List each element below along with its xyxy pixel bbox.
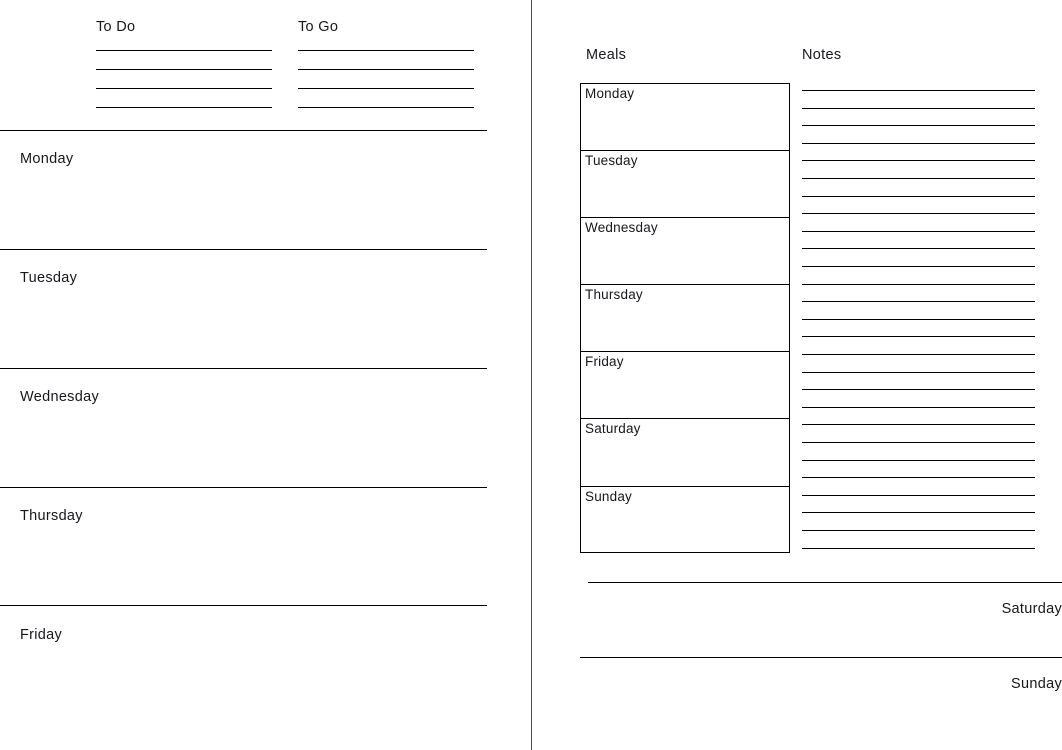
meals-table: Monday Tuesday Wednesday Thursday Friday… <box>580 83 790 553</box>
notes-line-11[interactable] <box>802 266 1035 267</box>
notes-line-17[interactable] <box>802 371 1035 373</box>
day-label-thursday: Thursday <box>20 508 83 524</box>
day-write-area-saturday[interactable] <box>588 590 1050 650</box>
day-label-tuesday: Tuesday <box>20 270 78 286</box>
day-label-sunday: Sunday <box>1011 676 1062 692</box>
notes-line-20[interactable] <box>802 424 1035 426</box>
weekend-divider-sunday <box>580 657 1062 658</box>
todo-heading: To Do <box>96 19 136 35</box>
notes-line-22[interactable] <box>802 459 1035 461</box>
day-write-area-tuesday[interactable] <box>20 291 487 356</box>
notes-line-25[interactable] <box>802 512 1035 514</box>
meals-row-wednesday[interactable]: Wednesday <box>581 218 789 286</box>
day-divider-monday <box>0 130 487 131</box>
meals-row-sunday[interactable]: Sunday <box>581 487 789 554</box>
notes-heading: Notes <box>802 47 842 63</box>
notes-line-26[interactable] <box>802 530 1035 531</box>
notes-line-4[interactable] <box>802 142 1035 144</box>
togo-heading: To Go <box>298 19 339 35</box>
day-label-monday: Monday <box>20 151 74 167</box>
notes-line-16[interactable] <box>802 354 1035 355</box>
meals-heading: Meals <box>586 47 627 63</box>
page-spread-divider <box>531 0 532 750</box>
notes-line-19[interactable] <box>802 406 1035 408</box>
meals-row-label-wednesday: Wednesday <box>585 220 658 236</box>
todo-line-4[interactable] <box>96 107 272 108</box>
todo-line-3[interactable] <box>96 88 272 89</box>
notes-line-10[interactable] <box>802 248 1035 250</box>
day-label-friday: Friday <box>20 627 63 643</box>
day-write-area-wednesday[interactable] <box>20 410 487 475</box>
notes-line-5[interactable] <box>802 160 1035 162</box>
notes-line-9[interactable] <box>802 230 1035 232</box>
notes-line-3[interactable] <box>802 125 1035 127</box>
notes-line-6[interactable] <box>802 178 1035 179</box>
day-write-area-sunday[interactable] <box>580 700 1050 748</box>
notes-line-2[interactable] <box>802 107 1035 109</box>
notes-line-21[interactable] <box>802 442 1035 443</box>
notes-line-15[interactable] <box>802 336 1035 338</box>
meals-row-label-sunday: Sunday <box>585 488 632 504</box>
notes-line-7[interactable] <box>802 195 1035 197</box>
day-divider-thursday <box>0 487 487 488</box>
day-divider-friday <box>0 605 487 606</box>
togo-line-1[interactable] <box>298 50 474 51</box>
notes-line-8[interactable] <box>802 213 1035 215</box>
todo-line-1[interactable] <box>96 50 272 51</box>
day-label-wednesday: Wednesday <box>20 389 100 405</box>
meals-row-label-thursday: Thursday <box>585 287 643 303</box>
meals-row-friday[interactable]: Friday <box>581 352 789 420</box>
day-write-area-friday[interactable] <box>20 648 487 738</box>
day-divider-wednesday <box>0 368 487 369</box>
meals-row-label-tuesday: Tuesday <box>585 153 638 169</box>
meals-row-saturday[interactable]: Saturday <box>581 419 789 487</box>
notes-line-14[interactable] <box>802 318 1035 320</box>
togo-line-3[interactable] <box>298 88 474 89</box>
togo-line-2[interactable] <box>298 69 474 70</box>
notes-line-24[interactable] <box>802 494 1035 496</box>
day-write-area-thursday[interactable] <box>20 529 487 594</box>
notes-line-23[interactable] <box>802 477 1035 479</box>
meals-row-label-monday: Monday <box>585 86 635 101</box>
notes-line-13[interactable] <box>802 301 1035 303</box>
meals-row-label-friday: Friday <box>585 354 624 370</box>
todo-line-2[interactable] <box>96 69 272 70</box>
meals-row-thursday[interactable]: Thursday <box>581 285 789 353</box>
notes-line-27[interactable] <box>802 547 1035 549</box>
meals-row-label-saturday: Saturday <box>585 421 641 437</box>
notes-line-1[interactable] <box>802 90 1035 91</box>
day-write-area-monday[interactable] <box>20 172 487 237</box>
meals-row-monday[interactable]: Monday <box>581 84 789 152</box>
weekend-divider-saturday <box>588 582 1062 583</box>
togo-line-4[interactable] <box>298 107 474 108</box>
notes-line-12[interactable] <box>802 283 1035 285</box>
planner-page: To Do To Go Monday Tuesday Wednesday Thu… <box>0 0 1062 750</box>
meals-row-tuesday[interactable]: Tuesday <box>581 151 789 219</box>
day-divider-tuesday <box>0 249 487 250</box>
notes-line-18[interactable] <box>802 389 1035 391</box>
